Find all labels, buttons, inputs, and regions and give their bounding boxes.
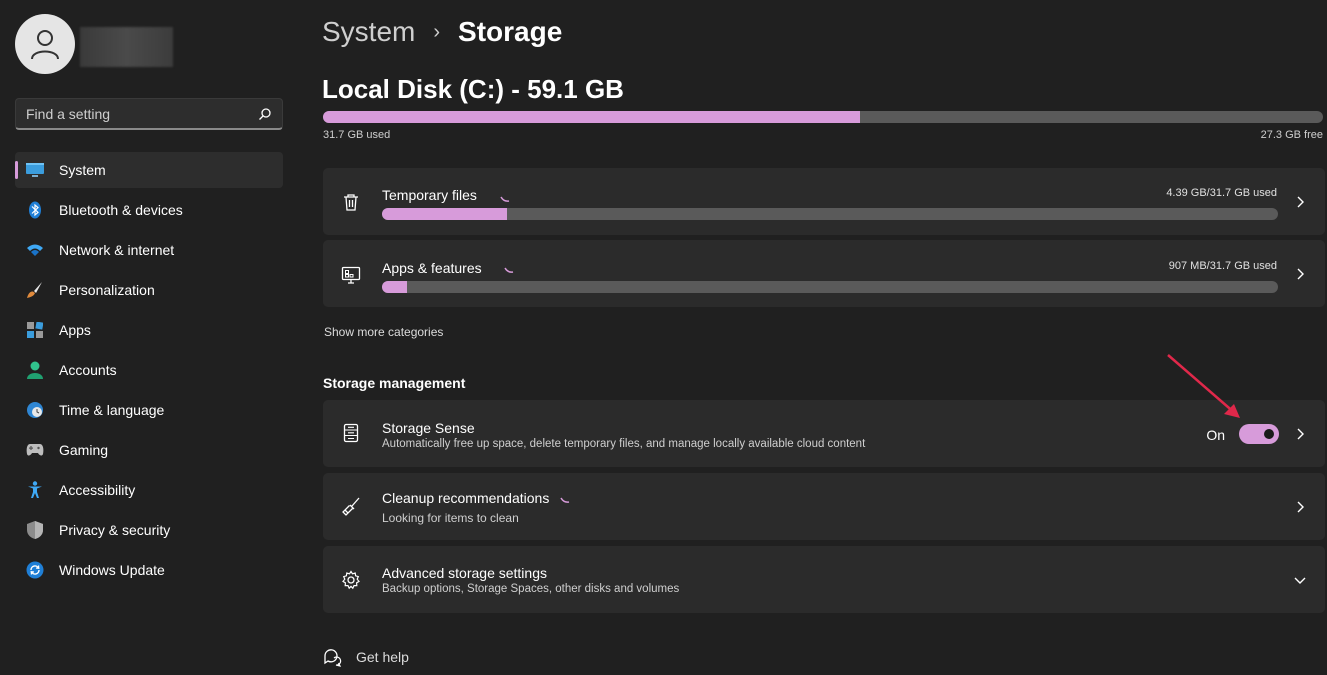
disk-used-label: 31.7 GB used: [323, 129, 391, 141]
sidebar-item-bluetooth[interactable]: Bluetooth & devices: [15, 192, 283, 228]
chevron-right-icon: ›: [433, 20, 441, 43]
update-icon: [25, 560, 45, 580]
username-redacted: [80, 27, 173, 67]
sidebar-item-windows-update[interactable]: Windows Update: [15, 552, 283, 588]
sidebar-item-system[interactable]: System: [15, 152, 283, 188]
sidebar-item-privacy-security[interactable]: Privacy & security: [15, 512, 283, 548]
storage-sense-toggle-label: On: [1206, 427, 1225, 443]
brush-icon: [25, 280, 45, 300]
cleanup-title: Cleanup recommendations: [382, 490, 550, 506]
sidebar: System Bluetooth & devices Network & int…: [0, 0, 300, 675]
category-usage: 4.39 GB/31.7 GB used: [1166, 187, 1277, 199]
sidebar-item-gaming[interactable]: Gaming: [15, 432, 283, 468]
page-title: Storage: [458, 16, 563, 47]
gamepad-icon: [25, 440, 45, 460]
person-icon: [31, 30, 59, 60]
monitor-icon: [25, 160, 45, 180]
annotation-arrow-icon: [1167, 354, 1240, 418]
broom-icon: [342, 497, 360, 516]
sidebar-item-label: Personalization: [59, 282, 155, 298]
sidebar-item-label: Accessibility: [59, 482, 136, 498]
category-temporary-files[interactable]: Temporary files 4.39 GB/31.7 GB used: [323, 168, 1325, 235]
cleanup-subtitle: Looking for items to clean: [382, 511, 519, 525]
sidebar-item-label: Accounts: [59, 362, 117, 378]
loading-spinner-icon: [560, 497, 570, 503]
sidebar-item-apps[interactable]: Apps: [15, 312, 283, 348]
sidebar-item-label: Windows Update: [59, 562, 165, 578]
apps-icon: [25, 320, 45, 340]
toggle-knob: [1264, 429, 1274, 439]
sidebar-item-accounts[interactable]: Accounts: [15, 352, 283, 388]
accessibility-icon: [25, 480, 45, 500]
storage-sense-title: Storage Sense: [382, 420, 475, 436]
category-usage: 907 MB/31.7 GB used: [1168, 260, 1277, 272]
disk-free-label: 27.3 GB free: [1260, 129, 1323, 141]
advanced-storage-settings-card[interactable]: Advanced storage settings Backup options…: [323, 546, 1325, 613]
chevron-right-icon: [1297, 196, 1304, 208]
sidebar-item-label: Bluetooth & devices: [59, 202, 183, 218]
category-usage-bar: [382, 281, 1278, 293]
disk-usage-fill: [323, 111, 860, 123]
show-more-categories-link[interactable]: Show more categories: [324, 325, 443, 339]
search-icon[interactable]: [258, 107, 272, 121]
sidebar-nav: System Bluetooth & devices Network & int…: [15, 152, 283, 592]
avatar[interactable]: [15, 14, 75, 74]
search-input[interactable]: [26, 105, 258, 122]
bluetooth-icon: [25, 200, 45, 220]
gear-icon: [342, 570, 360, 590]
storage-sense-subtitle: Automatically free up space, delete temp…: [382, 438, 866, 450]
apps-features-icon: [341, 266, 361, 284]
cleanup-recommendations-card[interactable]: Cleanup recommendations Looking for item…: [323, 473, 1325, 540]
search-box[interactable]: [15, 98, 283, 130]
loading-spinner-icon: [504, 267, 514, 273]
sidebar-item-time-language[interactable]: Time & language: [15, 392, 283, 428]
sidebar-item-label: Network & internet: [59, 242, 175, 258]
get-help-link[interactable]: Get help: [322, 647, 409, 667]
category-apps-features[interactable]: Apps & features 907 MB/31.7 GB used: [323, 240, 1325, 307]
sidebar-item-label: System: [59, 162, 106, 178]
sidebar-item-label: Gaming: [59, 442, 109, 458]
category-usage-fill: [382, 281, 408, 293]
category-title: Temporary files: [382, 187, 477, 203]
sidebar-item-label: Time & language: [59, 402, 165, 418]
sidebar-item-accessibility[interactable]: Accessibility: [15, 472, 283, 508]
get-help-label: Get help: [356, 649, 409, 665]
category-title: Apps & features: [382, 260, 482, 276]
chevron-right-icon: [1297, 501, 1304, 513]
category-usage-bar: [382, 208, 1278, 220]
person-icon: [25, 360, 45, 380]
disk-usage-bar: [323, 111, 1323, 123]
chevron-right-icon: [1297, 268, 1304, 280]
sidebar-item-network[interactable]: Network & internet: [15, 232, 283, 268]
storage-management-heading: Storage management: [323, 375, 466, 391]
breadcrumb-system[interactable]: System: [322, 16, 415, 48]
disk-title: Local Disk (C:) - 59.1 GB: [322, 74, 624, 104]
sidebar-item-label: Apps: [59, 322, 91, 338]
storage-drive-icon: [343, 423, 359, 443]
advanced-storage-subtitle: Backup options, Storage Spaces, other di…: [382, 583, 680, 595]
main-content: System › Storage Local Disk (C:) - 59.1 …: [322, 0, 1327, 675]
breadcrumb: System › Storage: [322, 16, 562, 48]
sidebar-item-personalization[interactable]: Personalization: [15, 272, 283, 308]
storage-sense-toggle[interactable]: [1239, 424, 1279, 444]
sidebar-item-label: Privacy & security: [59, 522, 171, 538]
trash-icon: [344, 194, 358, 211]
category-usage-fill: [382, 208, 507, 220]
loading-spinner-icon: [500, 196, 510, 202]
wifi-icon: [25, 240, 45, 260]
advanced-storage-title: Advanced storage settings: [382, 565, 547, 581]
help-chat-icon: [324, 649, 342, 667]
shield-icon: [25, 520, 45, 540]
chevron-down-icon: [1294, 577, 1306, 584]
globe-clock-icon: [25, 400, 45, 420]
chevron-right-icon[interactable]: [1293, 427, 1307, 441]
